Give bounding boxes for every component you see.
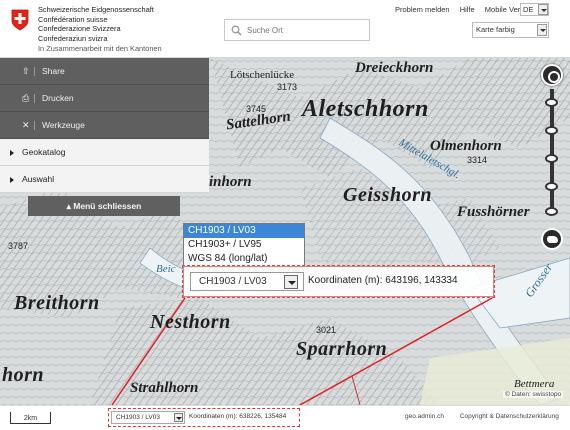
spot-height: 3021 [316, 325, 337, 335]
zoom-level-dot[interactable] [545, 154, 558, 163]
srs-option[interactable]: CH1903 / LV03 [184, 224, 304, 238]
zoom-slider[interactable] [550, 89, 554, 214]
tools-icon: ✕ [22, 120, 30, 130]
share-icon: ⇧ [22, 66, 30, 76]
agency-line: Confederazione Svizzera [38, 24, 121, 34]
footer: 2km CH1903 / LV03 Koordinaten (m): 63822… [0, 405, 570, 430]
glacier-label: Beic [156, 263, 176, 275]
menu-item-label: Share [42, 66, 65, 76]
agency-name: Schweizerische Eidgenossenschaft Confédé… [38, 5, 162, 54]
spot-height: 3787 [8, 241, 29, 251]
map-label-nesthorn: Nesthorn [150, 311, 231, 333]
search-icon [231, 25, 242, 36]
cooperation-note: In Zusammenarbeit mit den Kantonen [38, 44, 162, 54]
agency-line: Schweizerische Eidgenossenschaft [38, 5, 154, 14]
zoom-level-dot[interactable] [545, 182, 558, 191]
spot-height: 3314 [467, 155, 488, 165]
chevron-down-icon[interactable] [538, 4, 548, 15]
map-label-geisshorn: Geisshorn [343, 184, 432, 206]
srs-option[interactable]: CH1903+ / LV95 [184, 238, 304, 252]
zoom-level-dot[interactable] [545, 126, 558, 135]
help-link[interactable]: Hilfe [460, 5, 475, 14]
map-label-olmenhorn: Olmenhorn [430, 138, 502, 154]
map-label-breithorn: Breithorn [14, 292, 100, 314]
menu-item-share[interactable]: ⇧ Share [0, 58, 209, 85]
menu-item-label: Drucken [42, 93, 74, 103]
menu-item-tools[interactable]: ✕ Werkzeuge [0, 112, 209, 139]
close-menu-button[interactable]: ▴ Menü schliessen [28, 196, 180, 216]
menu-item-print[interactable]: ⎙ Drucken [0, 85, 209, 112]
menu-section-selection[interactable]: Auswahl [0, 166, 209, 193]
map-label-sparrhorn: Sparrhorn [296, 338, 388, 360]
data-credit: © Daten: swisstopo [503, 391, 564, 398]
chevron-down-icon[interactable] [174, 413, 183, 422]
report-problem-link[interactable]: Problem melden [395, 5, 450, 14]
spot-height: 3173 [277, 82, 298, 92]
side-menu: ⇧ Share ⎙ Drucken ✕ Werkzeuge Geokatalog… [0, 58, 209, 193]
switzerland-extent-icon[interactable] [541, 228, 563, 250]
compass-icon[interactable] [541, 64, 563, 86]
coordinate-zoom-callout: CH1903 / LV03 Koordinaten (m): 643196, 1… [182, 265, 495, 298]
caret-right-icon [10, 177, 14, 183]
chevron-down-icon[interactable] [284, 275, 298, 289]
map-label-horn: horn [2, 364, 45, 386]
geo-admin-link[interactable]: geo.admin.ch [405, 413, 444, 420]
top-links: Problem melden Hilfe Mobile Version [387, 5, 534, 14]
map-label-strahlhorn: Strahlhorn [130, 380, 199, 396]
map-label-aletschhorn: Aletschhorn [302, 96, 429, 122]
footer-links: geo.admin.ch Copyright & Datenschutzerkl… [405, 413, 559, 420]
scale-bar: 2km [10, 412, 51, 424]
srs-option[interactable]: WGS 84 (long/lat) [184, 252, 304, 266]
menu-section-label: Auswahl [22, 174, 55, 184]
search-input[interactable] [247, 23, 365, 37]
map-label-dreieckhorn: Dreieckhorn [355, 60, 434, 76]
menu-section-label: Geokatalog [22, 147, 66, 157]
map-label-bettmera: Bettmera [514, 378, 555, 390]
swiss-coat-of-arms-icon [11, 9, 29, 31]
app-header: Schweizerische Eidgenossenschaft Confédé… [0, 0, 570, 58]
agency-line: Confédération suisse [38, 14, 108, 24]
map-label-fusshoerner: Fusshörner [457, 204, 530, 220]
copyright-link[interactable]: Copyright & Datenschutzerklärung [460, 413, 559, 420]
menu-section-geocatalog[interactable]: Geokatalog [0, 139, 209, 166]
map-label-loetschenluecke: Lötschenlücke [230, 69, 295, 81]
search-box[interactable] [224, 19, 370, 41]
chevron-down-icon[interactable] [537, 24, 547, 36]
caret-right-icon [10, 150, 14, 156]
menu-item-label: Werkzeuge [42, 120, 85, 130]
print-icon: ⎙ [22, 93, 30, 103]
zoom-level-dot[interactable] [545, 207, 558, 216]
coordinate-system-dropdown[interactable]: CH1903 / LV03 CH1903+ / LV95 WGS 84 (lon… [183, 223, 305, 268]
agency-line: Confederaziun svizra [38, 33, 108, 43]
map-label-inhorn: inhorn [209, 174, 252, 190]
footer-coordinate-readout: Koordinaten (m): 638226, 135484 [189, 413, 287, 420]
zoom-level-dot[interactable] [545, 98, 558, 107]
coordinate-readout: Koordinaten (m): 643196, 143334 [308, 275, 458, 286]
